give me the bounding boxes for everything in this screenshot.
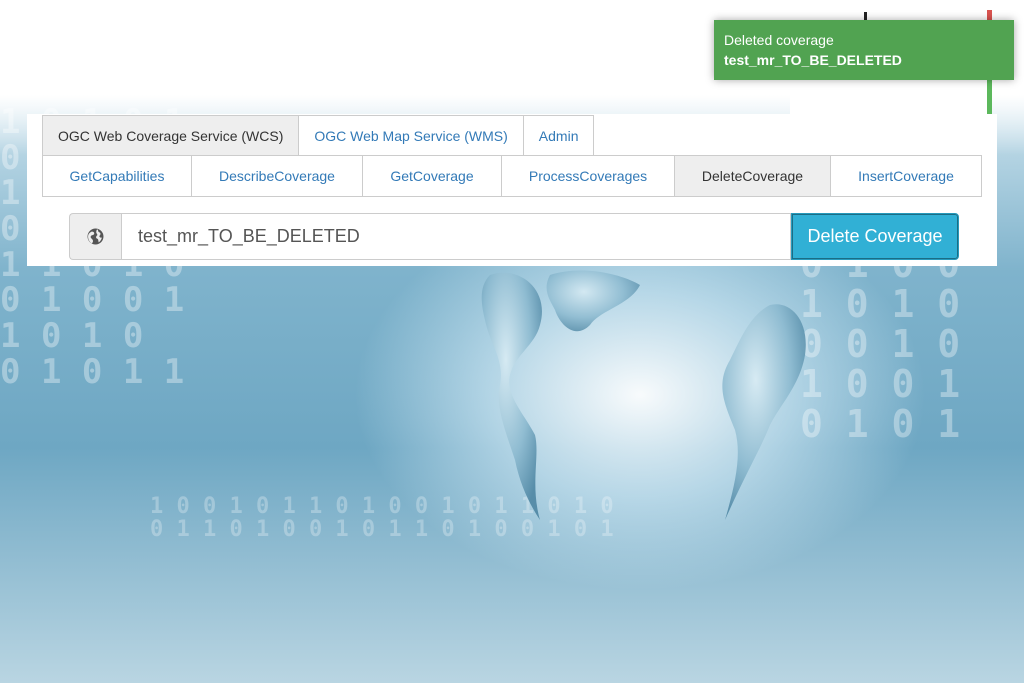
tab-getcoverage[interactable]: GetCoverage: [362, 155, 502, 197]
tab-insertcoverage[interactable]: InsertCoverage: [830, 155, 982, 197]
tab-processcoverages[interactable]: ProcessCoverages: [501, 155, 675, 197]
header-strip: [790, 95, 990, 115]
operation-tabs: GetCapabilities DescribeCoverage GetCove…: [42, 155, 982, 197]
tab-getcapabilities[interactable]: GetCapabilities: [42, 155, 192, 197]
background-binary-right: 0 1 0 0 1 0 1 0 0 0 1 0 1 0 0 1 0 1 0 1: [800, 244, 961, 446]
tab-wms[interactable]: OGC Web Map Service (WMS): [298, 115, 524, 155]
delete-coverage-form: Delete Coverage: [69, 213, 959, 260]
tab-wcs[interactable]: OGC Web Coverage Service (WCS): [42, 115, 300, 155]
tab-describecoverage[interactable]: DescribeCoverage: [191, 155, 363, 197]
service-tabs: OGC Web Coverage Service (WCS) OGC Web M…: [42, 115, 595, 155]
coverage-id-input[interactable]: [121, 213, 791, 260]
delete-coverage-button[interactable]: Delete Coverage: [791, 213, 959, 260]
globe-icon: [87, 228, 104, 245]
success-toast[interactable]: Deleted coverage test_mr_TO_BE_DELETED: [714, 20, 1014, 80]
input-addon: [69, 213, 121, 260]
globe-illustration: [481, 270, 806, 520]
toast-title: Deleted coverage: [724, 32, 834, 48]
toast-message: test_mr_TO_BE_DELETED: [724, 52, 902, 68]
tab-deletecoverage[interactable]: DeleteCoverage: [674, 155, 831, 197]
edge-green-mark: [987, 80, 992, 114]
main-panel: OGC Web Coverage Service (WCS) OGC Web M…: [27, 114, 997, 266]
tab-admin[interactable]: Admin: [522, 115, 595, 155]
